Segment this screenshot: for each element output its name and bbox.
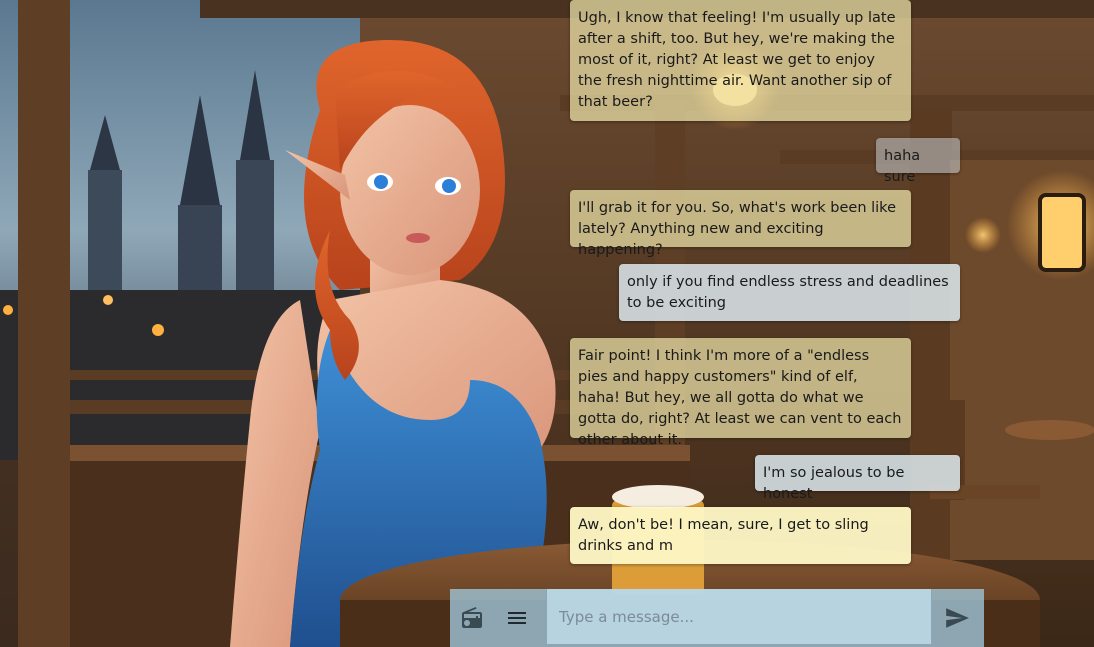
user-message: I'm so jealous to be honest bbox=[755, 455, 960, 502]
send-icon[interactable] bbox=[940, 601, 974, 635]
bot-message: I'll grab it for you. So, what's work be… bbox=[570, 190, 911, 258]
menu-icon[interactable] bbox=[500, 601, 534, 635]
chat-message-list: Ugh, I know that feeling! I'm usually up… bbox=[0, 0, 1094, 590]
message-input[interactable] bbox=[546, 589, 932, 645]
chat-scene: Ugh, I know that feeling! I'm usually up… bbox=[0, 0, 1094, 647]
message-composer bbox=[450, 589, 984, 647]
bot-message-streaming: Aw, don't be! I mean, sure, I get to sli… bbox=[570, 507, 911, 564]
menu-icon-glyph bbox=[508, 612, 526, 624]
user-message: only if you find endless stress and dead… bbox=[619, 264, 960, 321]
user-message: haha sure bbox=[876, 138, 960, 185]
radio-icon[interactable] bbox=[455, 601, 489, 635]
radio-icon-glyph bbox=[462, 607, 482, 628]
bot-message: Fair point! I think I'm more of a "endle… bbox=[570, 338, 911, 448]
send-icon-glyph bbox=[946, 608, 969, 628]
bot-message: Ugh, I know that feeling! I'm usually up… bbox=[570, 0, 911, 121]
